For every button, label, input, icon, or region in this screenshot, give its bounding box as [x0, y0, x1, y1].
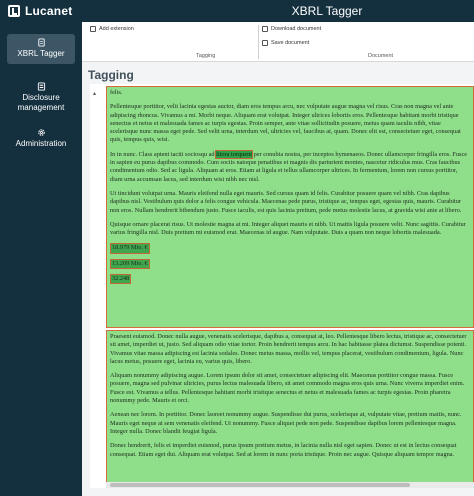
sidebar-item-xbrl-tagger[interactable]: XBRL Tagger — [7, 34, 75, 64]
paragraph: Aenean nec lorem. In porttitor. Donec la… — [110, 411, 462, 435]
add-extension-button[interactable]: Add extension — [90, 26, 134, 32]
top-bar: Lucanet XBRL Tagger — [0, 0, 474, 22]
disclosure-icon — [37, 82, 45, 91]
save-icon — [262, 40, 268, 46]
add-extension-icon — [90, 26, 96, 32]
paragraph: Ut tincidunt volutpat urna. Mauris eleif… — [110, 189, 462, 214]
document-viewer[interactable]: ▴ felis. Pellentesque porttitor, velit l… — [90, 84, 474, 488]
tag-document-icon — [37, 38, 45, 47]
scrollbar-thumb[interactable] — [110, 483, 410, 487]
paragraph: felis. — [110, 89, 123, 96]
ribbon-group-tagging: Tagging — [196, 53, 216, 59]
download-document-button[interactable]: Download document — [262, 26, 321, 32]
sidebar-item-disclosure-management[interactable]: Disclosure management — [7, 82, 75, 113]
save-document-button[interactable]: Save document — [262, 40, 309, 46]
tagged-fact[interactable]: 32.248 — [110, 274, 132, 285]
download-document-label: Download document — [271, 26, 322, 32]
highlighted-tag[interactable]: litora torquent — [215, 149, 254, 159]
collapse-arrow-icon[interactable]: ▴ — [93, 90, 96, 97]
paragraph: Donec hendrerit, felis et imperdiet euis… — [110, 442, 457, 458]
page-title: Tagging — [88, 68, 134, 82]
paragraph: Quisque ornare placerat risus. Ut molest… — [110, 220, 466, 237]
gear-icon — [37, 129, 45, 136]
paragraph: Aliquam nonummy adipiscing augue. Lorem … — [110, 372, 465, 405]
main-content: Tagging ▴ felis. Pellentesque porttitor,… — [82, 62, 474, 496]
sidebar-item-administration[interactable]: Administration — [7, 128, 75, 149]
app-title: XBRL Tagger — [291, 4, 363, 18]
sidebar-item-label: XBRL Tagger — [17, 49, 65, 58]
ribbon-group-document: Document — [368, 53, 394, 59]
sidebar-item-label: Disclosure management — [17, 93, 65, 112]
sidebar: XBRL Tagger Disclosure management Admini… — [0, 22, 82, 496]
download-icon — [262, 26, 268, 32]
ribbon-separator — [258, 25, 259, 59]
paragraph: Pellentesque porttitor, velit lacinia eg… — [110, 103, 461, 144]
tagged-fact[interactable]: 18.979 Mio. € — [110, 243, 150, 254]
paragraph: In in nunc. Class aptent taciti sociosqu… — [110, 149, 470, 184]
paragraph: Praesent euismod. Donec nulla augue, ven… — [110, 333, 467, 365]
tagged-fact[interactable]: 13.209 Mio. € — [110, 258, 150, 270]
tagged-section-1[interactable]: felis. Pellentesque porttitor, velit lac… — [106, 86, 474, 328]
horizontal-scrollbar[interactable] — [106, 482, 474, 488]
tagged-section-2[interactable]: Praesent euismod. Donec nulla augue, ven… — [106, 330, 474, 488]
save-document-label: Save document — [271, 40, 310, 46]
document-gutter: ▴ — [90, 84, 106, 488]
add-extension-label: Add extension — [99, 26, 134, 32]
ribbon-toolbar: Add extension Tagging Download document … — [82, 22, 474, 62]
sidebar-item-label: Administration — [15, 139, 67, 148]
text-run: In in nunc. Class aptent taciti sociosqu… — [110, 150, 217, 158]
